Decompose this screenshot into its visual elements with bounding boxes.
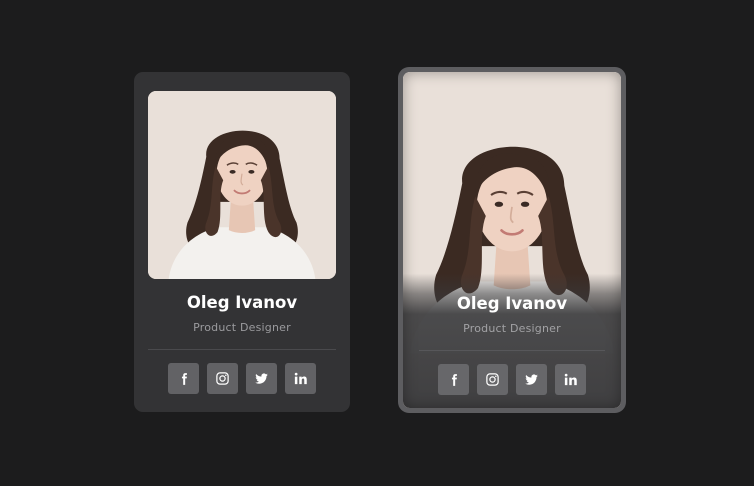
- instagram-button[interactable]: [477, 364, 508, 395]
- profile-card-plain: Oleg Ivanov Product Designer: [134, 72, 350, 412]
- facebook-button[interactable]: [438, 364, 469, 395]
- instagram-icon: [216, 372, 229, 385]
- social-links: [403, 364, 621, 395]
- instagram-button[interactable]: [207, 363, 238, 394]
- linkedin-button[interactable]: [555, 364, 586, 395]
- social-links: [134, 363, 350, 394]
- facebook-icon: [181, 372, 187, 385]
- profile-card-overlay-inner: Oleg Ivanov Product Designer: [403, 72, 621, 408]
- profile-photo: [148, 91, 336, 279]
- photo-fade-overlay: [403, 72, 621, 408]
- linkedin-button[interactable]: [285, 363, 316, 394]
- twitter-icon: [255, 373, 268, 384]
- divider: [148, 349, 336, 350]
- profile-card-overlay: Oleg Ivanov Product Designer: [398, 67, 626, 413]
- profile-name: Oleg Ivanov: [186, 293, 298, 312]
- portrait-image: [148, 91, 336, 279]
- profile-role: Product Designer: [193, 321, 291, 334]
- twitter-button[interactable]: [246, 363, 277, 394]
- twitter-icon: [525, 374, 538, 385]
- facebook-icon: [451, 373, 457, 386]
- profile-name: Oleg Ivanov: [456, 294, 568, 313]
- twitter-button[interactable]: [516, 364, 547, 395]
- linkedin-icon: [564, 373, 577, 386]
- facebook-button[interactable]: [168, 363, 199, 394]
- profile-role: Product Designer: [463, 322, 561, 335]
- instagram-icon: [486, 373, 499, 386]
- divider: [419, 350, 605, 351]
- linkedin-icon: [294, 372, 307, 385]
- profile-cards-stage: Oleg Ivanov Product Designer Oleg Ivanov…: [0, 0, 754, 486]
